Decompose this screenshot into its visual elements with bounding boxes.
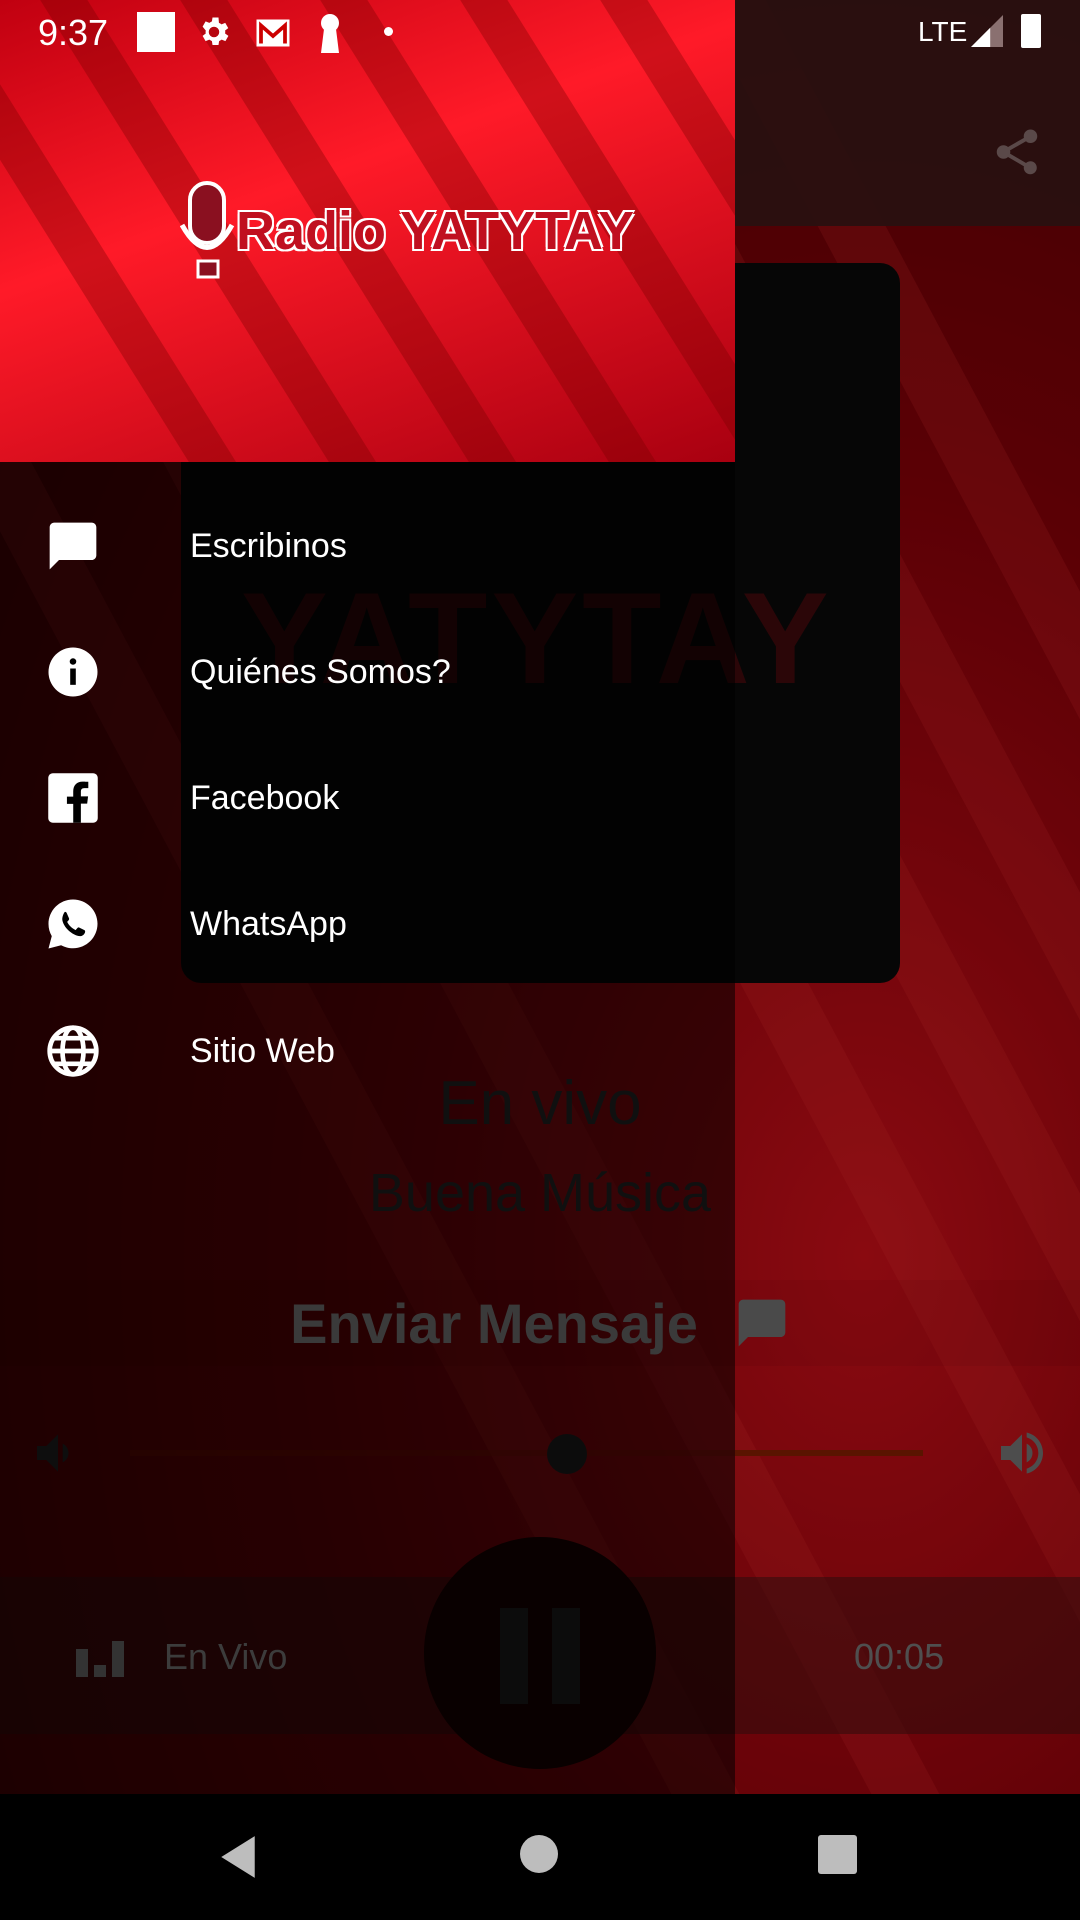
clock: 9:37 xyxy=(38,12,109,53)
drawer-item-whatsapp[interactable]: WhatsApp xyxy=(0,861,735,987)
live-label: En Vivo xyxy=(164,1636,288,1677)
navigation-drawer: Radio YATYTAY Escribinos Quiénes Somos? … xyxy=(0,0,735,1794)
status-bar: 9:37 LTE xyxy=(0,0,1080,72)
drawer-item-label: WhatsApp xyxy=(190,904,347,943)
recents-icon[interactable] xyxy=(818,1835,857,1874)
equalizer-icon xyxy=(76,1641,124,1677)
send-message-label: Enviar Mensaje xyxy=(290,1291,698,1355)
drawer-item-facebook[interactable]: Facebook xyxy=(0,735,735,861)
back-icon[interactable] xyxy=(216,1834,260,1880)
drawer-item-label: Escribinos xyxy=(190,526,347,565)
info-icon xyxy=(45,644,101,700)
globe-icon xyxy=(45,1023,101,1079)
drawer-item-label: Quiénes Somos? xyxy=(190,652,451,691)
gear-icon xyxy=(202,17,229,46)
message-icon xyxy=(45,518,101,574)
whatsapp-icon xyxy=(45,896,101,952)
brand-logo-text: Radio YATYTAY xyxy=(236,201,635,261)
gmail-icon xyxy=(256,19,290,47)
home-icon[interactable] xyxy=(520,1835,558,1873)
drawer-item-quienes-somos[interactable]: Quiénes Somos? xyxy=(0,609,735,735)
battery-icon xyxy=(1021,14,1041,48)
drawer-item-sitio-web[interactable]: Sitio Web xyxy=(0,988,735,1114)
drawer-item-escribinos[interactable]: Escribinos xyxy=(0,483,735,609)
drawer-item-label: Facebook xyxy=(190,778,340,817)
facebook-icon xyxy=(45,770,101,826)
live-indicator: En Vivo xyxy=(76,1636,287,1678)
network-type: LTE xyxy=(918,16,968,47)
system-navigation-bar xyxy=(0,1794,1080,1920)
message-icon xyxy=(738,1299,786,1347)
keyhole-icon xyxy=(321,14,339,53)
send-message-button[interactable]: Enviar Mensaje xyxy=(0,1280,1080,1366)
signal-icon xyxy=(971,15,1003,47)
dot-icon xyxy=(384,27,393,36)
square-icon xyxy=(137,12,175,52)
drawer-item-label: Sitio Web xyxy=(190,1031,335,1070)
microphone-logo-icon xyxy=(180,181,235,279)
